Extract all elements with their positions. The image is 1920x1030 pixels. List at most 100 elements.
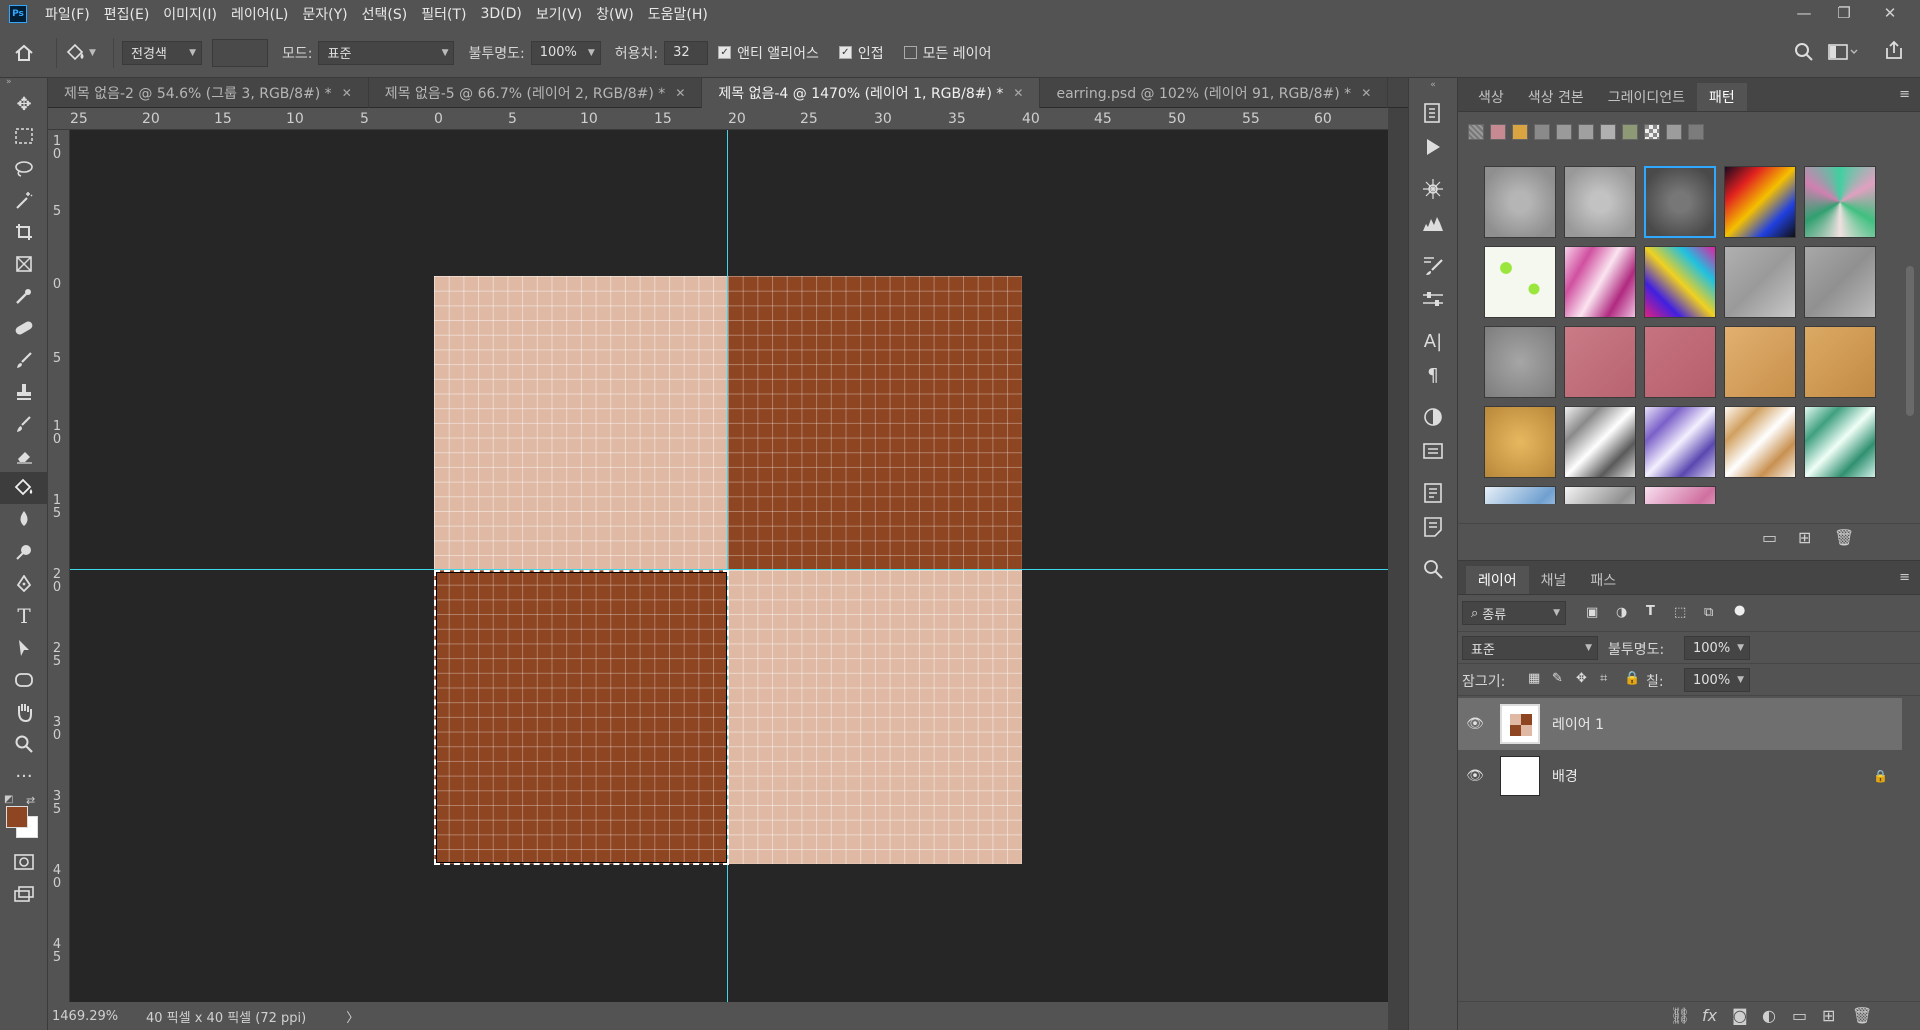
doc-tab[interactable]: 제목 없음-5 @ 66.7% (레이어 2, RGB/8#) * ✕ <box>369 78 703 108</box>
paint-bucket-tool-icon[interactable] <box>0 472 48 504</box>
shape-tool-icon[interactable] <box>0 664 48 696</box>
layer-name[interactable]: 배경 <box>1552 766 1578 786</box>
foreground-color-swatch[interactable] <box>6 806 28 828</box>
recent-pattern[interactable] <box>1644 124 1660 140</box>
dodge-tool-icon[interactable] <box>0 536 48 568</box>
recent-pattern[interactable] <box>1556 124 1572 140</box>
adjustment-filter-icon[interactable]: ◑ <box>1616 605 1627 620</box>
fx-icon[interactable]: fx <box>1702 1006 1717 1025</box>
histogram-icon[interactable] <box>1409 206 1457 240</box>
panel-collapse-icon[interactable]: » <box>0 78 47 88</box>
doc-tab[interactable]: earring.psd @ 102% (레이어 91, RGB/8#) * ✕ <box>1040 78 1389 108</box>
layer-opacity-input[interactable]: 100% ▼ <box>1684 636 1750 660</box>
paragraph-icon[interactable]: ¶ <box>1409 358 1457 392</box>
type-filter-icon[interactable]: T <box>1646 604 1655 619</box>
menu-image[interactable]: 이미지(I) <box>163 4 217 24</box>
mode-dropdown[interactable]: 표준 ▼ <box>318 40 455 65</box>
clone-stamp-tool-icon[interactable] <box>0 376 48 408</box>
pattern-swatch[interactable] <box>1804 406 1876 478</box>
lasso-tool-icon[interactable] <box>0 152 48 184</box>
libraries-icon[interactable] <box>1409 476 1457 510</box>
minimize-button[interactable]: — <box>1784 0 1824 26</box>
layer-name[interactable]: 레이어 1 <box>1552 714 1604 734</box>
more-tools-icon[interactable]: ··· <box>0 760 48 792</box>
lock-all-icon[interactable]: 🔒 <box>1624 671 1640 686</box>
status-menu-arrow[interactable]: 〉 <box>346 1007 359 1026</box>
menu-layer[interactable]: 레이어(L) <box>231 4 288 24</box>
pattern-swatch[interactable] <box>1564 486 1636 504</box>
trash-icon[interactable]: 🗑 <box>1852 1006 1872 1025</box>
pattern-swatch[interactable] <box>1724 406 1796 478</box>
pattern-swatch[interactable] <box>1484 166 1556 238</box>
canvas-area[interactable] <box>70 130 1388 1002</box>
pattern-swatch[interactable] <box>1804 166 1876 238</box>
recent-pattern[interactable] <box>1600 124 1616 140</box>
menu-help[interactable]: 도움말(H) <box>648 4 708 24</box>
layer-filter-dropdown[interactable]: ⌕ 종류 ▼ <box>1462 601 1566 625</box>
menu-type[interactable]: 문자(Y) <box>302 4 347 24</box>
lock-artboard-icon[interactable]: ⌗ <box>1600 671 1607 686</box>
antialias-checkbox[interactable]: ✓ 앤티 앨리어스 <box>718 43 819 63</box>
restore-button[interactable]: ❐ <box>1824 0 1864 26</box>
blend-mode-dropdown[interactable]: 표준 ▼ <box>1462 636 1598 660</box>
close-window-button[interactable]: ✕ <box>1870 0 1910 26</box>
new-layer-icon[interactable]: ⊞ <box>1822 1006 1835 1025</box>
panel-expand-icon[interactable]: « <box>1409 78 1457 96</box>
tab-patterns[interactable]: 패턴 <box>1697 83 1747 111</box>
lock-pixels-icon[interactable]: ✎ <box>1552 671 1563 686</box>
eyedropper-tool-icon[interactable] <box>0 280 48 312</box>
ruler-vertical[interactable]: 1 0 5 0 5 1 0 1 5 2 0 2 5 3 0 3 5 4 0 4 … <box>48 130 70 1002</box>
pattern-swatch[interactable] <box>1724 326 1796 398</box>
zoom-level[interactable]: 1469.29% <box>52 1009 122 1024</box>
canvas-scrollbar[interactable] <box>1388 108 1408 1030</box>
healing-brush-tool-icon[interactable] <box>0 312 48 344</box>
actions-play-icon[interactable] <box>1409 130 1457 164</box>
notes-icon[interactable] <box>1409 510 1457 544</box>
trash-icon[interactable]: 🗑 <box>1834 528 1854 547</box>
eraser-tool-icon[interactable] <box>0 440 48 472</box>
screen-mode-icon[interactable] <box>0 878 48 910</box>
brushes-icon[interactable] <box>1409 248 1457 282</box>
brush-tool-icon[interactable] <box>0 344 48 376</box>
lock-icon[interactable]: 🔒 <box>1873 769 1888 783</box>
marquee-tool-icon[interactable] <box>0 120 48 152</box>
pattern-swatch[interactable] <box>1484 406 1556 478</box>
new-group-folder-icon[interactable]: ▭ <box>1762 528 1777 547</box>
frame-tool-icon[interactable] <box>0 248 48 280</box>
layer-row-background[interactable]: 👁 배경 🔒 <box>1458 750 1902 802</box>
tolerance-input[interactable]: 32 <box>664 40 709 65</box>
recent-pattern[interactable] <box>1578 124 1594 140</box>
lock-transparency-icon[interactable]: ▦ <box>1528 671 1540 686</box>
layer-row-layer-1[interactable]: 👁 레이어 1 <box>1458 698 1902 750</box>
pattern-swatch[interactable] <box>1804 326 1876 398</box>
guide-vertical[interactable] <box>727 130 728 1002</box>
move-tool-icon[interactable]: ✥ <box>0 88 48 120</box>
patterns-scrollbar[interactable] <box>1906 252 1914 562</box>
close-tab-icon[interactable]: ✕ <box>342 86 352 100</box>
search-icon[interactable] <box>1794 42 1814 66</box>
fill-source-dropdown[interactable]: 전경색 ▼ <box>122 40 202 65</box>
properties-icon[interactable] <box>1409 434 1457 468</box>
fill-input[interactable]: 100% ▼ <box>1684 668 1750 692</box>
menu-filter[interactable]: 필터(T) <box>421 4 466 24</box>
adjustments-icon[interactable] <box>1409 400 1457 434</box>
menu-edit[interactable]: 편집(E) <box>104 4 150 24</box>
recent-pattern[interactable] <box>1534 124 1550 140</box>
pattern-swatch[interactable] <box>1564 166 1636 238</box>
new-pattern-icon[interactable]: ⊞ <box>1798 528 1811 547</box>
pattern-swatch[interactable] <box>1484 326 1556 398</box>
opacity-input[interactable]: 100% ▼ <box>530 40 601 65</box>
adjustment-icon[interactable]: ◐ <box>1762 1006 1776 1025</box>
mask-icon[interactable]: ◙ <box>1732 1006 1748 1025</box>
type-tool-icon[interactable]: T <box>0 600 48 632</box>
pattern-swatch[interactable] <box>1564 246 1636 318</box>
pattern-swatch-selected[interactable] <box>1644 166 1716 238</box>
tab-layers[interactable]: 레이어 <box>1466 566 1529 594</box>
tab-gradients[interactable]: 그레이디언트 <box>1596 83 1697 111</box>
pattern-swatch[interactable] <box>1644 326 1716 398</box>
tab-channels[interactable]: 채널 <box>1529 566 1579 594</box>
close-tab-icon[interactable]: ✕ <box>675 86 685 100</box>
pixel-filter-icon[interactable]: ▣ <box>1586 605 1598 620</box>
quick-mask-icon[interactable] <box>0 846 48 878</box>
paint-bucket-preset-icon[interactable]: ▼ <box>65 43 105 63</box>
